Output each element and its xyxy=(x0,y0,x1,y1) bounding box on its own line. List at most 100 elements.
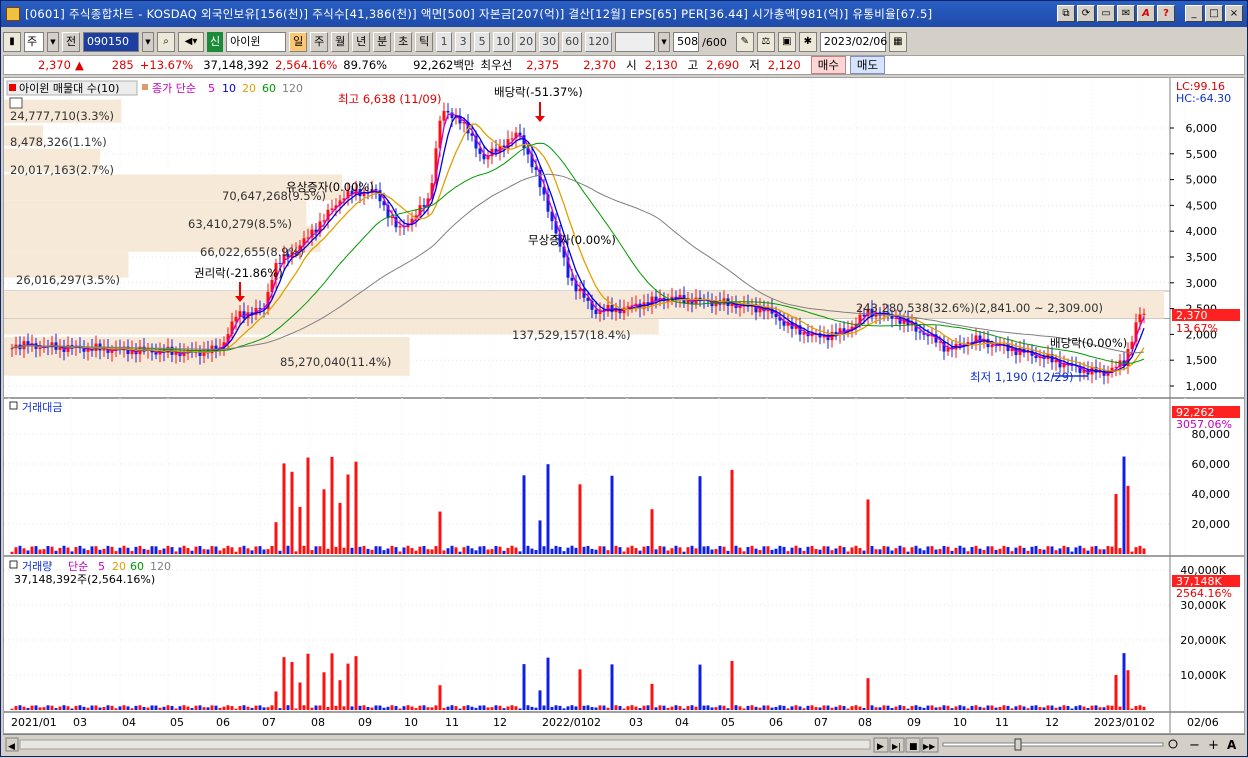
mail-button[interactable]: ✉ xyxy=(1117,5,1135,22)
zoom-slider-handle[interactable] xyxy=(1014,738,1022,751)
minimize-button[interactable]: _ xyxy=(1185,5,1203,22)
volume-bar xyxy=(1110,705,1114,710)
zoom-slider[interactable] xyxy=(942,742,1164,747)
zoom-in-button[interactable]: + xyxy=(1208,738,1219,753)
interval-second[interactable]: 초 xyxy=(394,32,413,52)
interval-minute[interactable]: 분 xyxy=(373,32,392,52)
volume-bar xyxy=(302,705,306,710)
amount-bar xyxy=(82,548,86,554)
chart-menu-icon[interactable]: ▮ xyxy=(3,32,21,52)
volume-pct: 2,564.16% xyxy=(275,58,338,72)
amount-bar xyxy=(722,546,726,554)
grid-table-icon[interactable] xyxy=(9,97,23,109)
volume-bar xyxy=(582,705,586,710)
amount-bar xyxy=(462,547,466,554)
amount-bar xyxy=(234,551,238,554)
volume-summary: 37,148,392주(2,564.16%) xyxy=(14,573,155,586)
link-window-button[interactable]: ⧉ xyxy=(1057,5,1075,22)
volume-bar xyxy=(34,705,38,710)
prev-button[interactable]: 전 xyxy=(62,32,80,52)
interval-tick[interactable]: 틱 xyxy=(415,32,434,52)
custom-interval-dropdown-icon[interactable]: ▼ xyxy=(658,32,671,52)
amount-bar xyxy=(1066,547,1070,554)
speaker-icon[interactable]: ◀▾ xyxy=(178,32,204,52)
code-dropdown-icon[interactable]: ▼ xyxy=(142,32,154,52)
volume-bar xyxy=(1058,706,1062,710)
interval-week[interactable]: 주 xyxy=(310,32,329,52)
amount-bar xyxy=(666,550,670,554)
interval-day[interactable]: 일 xyxy=(289,32,308,52)
screen-button[interactable]: ▭ xyxy=(1097,5,1115,22)
volume-bar xyxy=(294,708,298,710)
interval-month[interactable]: 월 xyxy=(331,32,350,52)
amount-bar xyxy=(146,549,150,554)
bar-count-input[interactable]: 508 xyxy=(673,32,700,52)
time-axis-label: 03 xyxy=(73,716,87,729)
annotation-dividend-2: 배당락(0.00%) xyxy=(1050,336,1127,350)
tool-scale-icon[interactable]: ⚖ xyxy=(756,32,775,52)
volume-profile-label: 26,016,297(3.5%) xyxy=(16,273,120,287)
volume-bar xyxy=(734,705,738,710)
minute-1[interactable]: 1 xyxy=(436,32,453,52)
volume-bar xyxy=(10,708,14,710)
volume-bar xyxy=(342,706,346,710)
refresh-button[interactable]: ⟳ xyxy=(1077,5,1095,22)
candle-body xyxy=(1138,314,1142,323)
stock-code-input[interactable]: 090150 xyxy=(83,32,139,52)
volume-bar xyxy=(490,707,494,710)
close-button[interactable]: × xyxy=(1225,5,1243,22)
amount-bar xyxy=(934,549,938,554)
sell-button[interactable]: 매도 xyxy=(849,56,886,74)
amount-bar xyxy=(398,551,402,554)
volume-profile-label: 8,478,326(1.1%) xyxy=(10,135,107,149)
chart-svg[interactable]: 6,0005,5005,0004,5004,0003,5003,0002,500… xyxy=(4,78,1244,733)
volume-bar xyxy=(834,706,838,710)
chevron-down-icon[interactable]: ▼ xyxy=(47,32,59,52)
volume-bar xyxy=(330,653,334,710)
volume-bar xyxy=(990,705,994,710)
stock-name-field[interactable]: 아이윈 xyxy=(226,32,287,52)
minute-120[interactable]: 120 xyxy=(585,32,613,52)
amount-bar xyxy=(1134,547,1138,554)
volume-bar xyxy=(350,706,354,710)
font-button[interactable]: A xyxy=(1137,5,1155,22)
scroll-track[interactable] xyxy=(19,739,871,750)
minute-60[interactable]: 60 xyxy=(562,32,583,52)
volume-bar xyxy=(474,707,478,710)
legend-ma5: 5 xyxy=(208,82,215,95)
date-input[interactable]: 2023/02/06 xyxy=(819,32,887,52)
volume-bar xyxy=(118,706,122,710)
interval-year[interactable]: 년 xyxy=(352,32,371,52)
search-icon[interactable]: ⌕ xyxy=(157,32,175,52)
minute-20[interactable]: 20 xyxy=(516,32,537,52)
amount-bar xyxy=(842,547,846,554)
amount-bar xyxy=(178,547,182,554)
amount-bar xyxy=(698,476,702,554)
volume-bar xyxy=(50,705,54,710)
font-size-button[interactable]: A xyxy=(1227,738,1237,752)
period-select[interactable]: 주 xyxy=(24,32,44,52)
help-button[interactable]: ? xyxy=(1157,5,1175,22)
minute-3[interactable]: 3 xyxy=(455,32,472,52)
minute-10[interactable]: 10 xyxy=(493,32,514,52)
chart-area[interactable]: 6,0005,5005,0004,5004,0003,5003,0002,500… xyxy=(3,77,1245,734)
zoom-search-icon[interactable] xyxy=(1168,739,1178,749)
maximize-button[interactable]: □ xyxy=(1205,5,1223,22)
amount-bar xyxy=(102,548,106,554)
volume-bar xyxy=(1114,675,1118,710)
save-icon[interactable]: ▣ xyxy=(777,32,796,52)
custom-interval-input[interactable] xyxy=(615,32,656,52)
settings-icon[interactable]: ✱ xyxy=(798,32,817,52)
volume-bar xyxy=(886,705,890,710)
amount-bar xyxy=(834,548,838,554)
candle-body xyxy=(322,220,326,222)
amount-bar xyxy=(58,548,62,554)
calendar-icon[interactable]: ▦ xyxy=(888,32,907,52)
tool-pen-icon[interactable]: ✎ xyxy=(735,32,754,52)
amount-bar xyxy=(674,545,678,554)
zoom-out-button[interactable]: − xyxy=(1189,738,1200,753)
buy-button[interactable]: 매수 xyxy=(810,56,846,74)
minute-30[interactable]: 30 xyxy=(539,32,560,52)
minute-5[interactable]: 5 xyxy=(474,32,491,52)
app-icon xyxy=(6,7,20,21)
